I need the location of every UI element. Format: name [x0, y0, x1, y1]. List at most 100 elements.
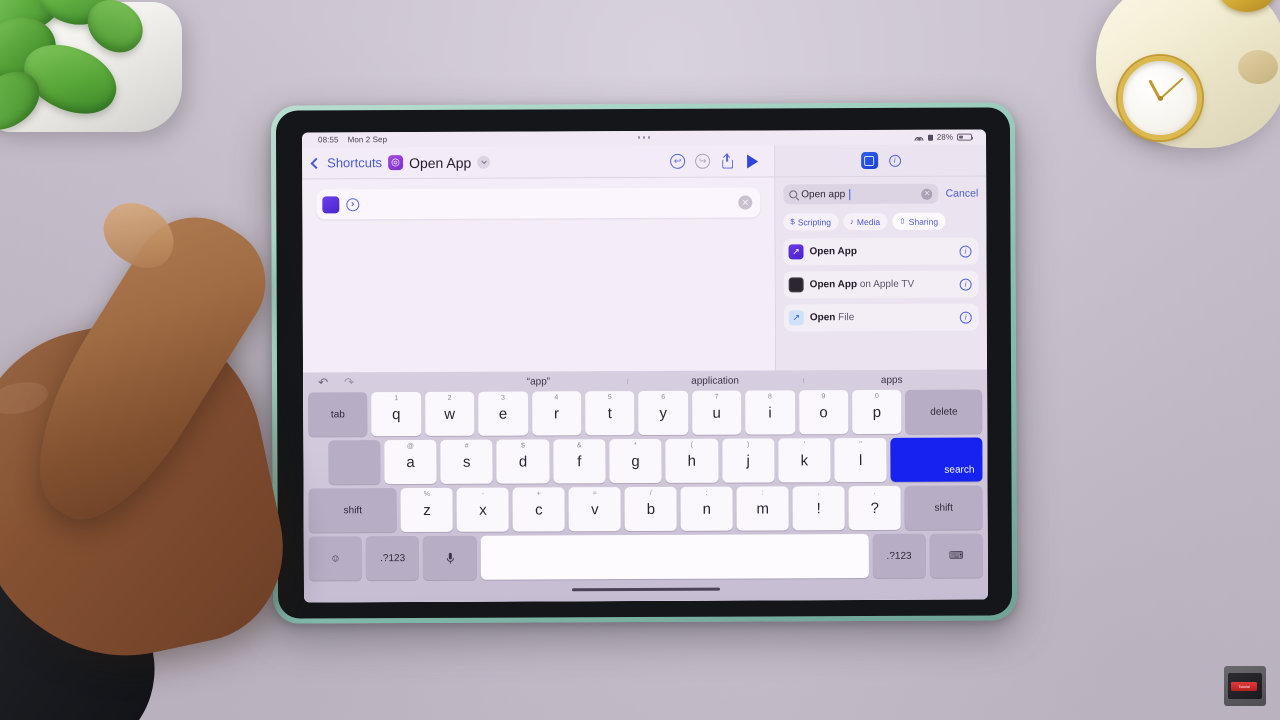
key-sup: + — [536, 490, 541, 498]
chevron-right-icon[interactable] — [346, 197, 360, 211]
key-l[interactable]: " l — [834, 437, 887, 483]
key-sup: 5 — [607, 394, 612, 402]
chevron-left-icon[interactable] — [310, 157, 322, 169]
back-to-shortcuts-link[interactable]: Shortcuts — [327, 155, 382, 170]
key-tab[interactable]: tab — [308, 392, 368, 437]
key-u[interactable]: 7 u — [691, 390, 742, 435]
clear-icon[interactable]: ✕ — [921, 188, 933, 200]
key-k[interactable]: ' k — [778, 438, 831, 483]
key-numbers-left[interactable]: .?123 — [365, 535, 420, 581]
redo-button[interactable]: ↪ — [693, 152, 712, 171]
key-v[interactable]: = v — [568, 487, 621, 532]
key-z[interactable]: % z — [400, 487, 454, 533]
shortcut-app-icon[interactable] — [860, 151, 878, 170]
key-y[interactable]: 6 y — [638, 390, 689, 436]
key-a[interactable]: @ a — [384, 439, 437, 485]
key-sup: " — [859, 441, 862, 449]
key-j[interactable]: ) j — [721, 438, 775, 483]
key-f[interactable]: & f — [553, 439, 606, 484]
key-d[interactable]: $ d — [496, 439, 550, 484]
prediction-0[interactable]: “app” — [450, 376, 627, 388]
keyboard-redo-button[interactable]: ↷ — [336, 375, 362, 389]
key-label: o — [819, 403, 828, 421]
close-icon[interactable]: ✕ — [738, 195, 753, 210]
key-label: l — [858, 451, 863, 469]
chip-scripting[interactable]: $ Scripting — [783, 213, 838, 231]
ipad-screen[interactable]: 08:55 Mon 2 Sep 28% Shortcuts ◎ Open App… — [301, 129, 989, 603]
ipad-bezel: 08:55 Mon 2 Sep 28% Shortcuts ◎ Open App… — [275, 107, 1013, 619]
search-input[interactable]: Open app ✕ — [783, 183, 939, 205]
chevron-down-icon[interactable] — [477, 155, 491, 169]
share-icon — [721, 153, 734, 169]
key-h[interactable]: ( h — [665, 438, 719, 483]
chip-sharing[interactable]: ⇧ Sharing — [892, 212, 946, 230]
key-shift-left[interactable]: shift — [308, 488, 398, 533]
chip-label: Scripting — [797, 216, 831, 227]
key-s[interactable]: # s — [440, 439, 494, 484]
key-p[interactable]: 0 p — [852, 389, 902, 435]
key-c[interactable]: + c — [512, 487, 565, 532]
key-o[interactable]: 9 o — [798, 390, 849, 435]
key-m[interactable]: : m — [736, 486, 789, 531]
cancel-button[interactable]: Cancel — [946, 188, 979, 200]
key-x[interactable]: - x — [456, 487, 510, 532]
key-label: v — [591, 500, 599, 518]
info-icon[interactable]: i — [959, 278, 972, 291]
key-sup: # — [464, 442, 469, 450]
key-label: s — [462, 453, 471, 471]
result-row-open-app-apple-tv[interactable]: Open App on Apple TV i — [783, 270, 979, 299]
key-w[interactable]: 2 w — [424, 391, 475, 436]
key-label: ? — [870, 499, 879, 517]
keyboard-undo-button[interactable]: ↶ — [310, 375, 336, 389]
key-numbers-right[interactable]: .?123 — [872, 533, 926, 579]
undo-icon: ↩ — [670, 153, 686, 169]
key-g[interactable]: * g — [609, 438, 662, 484]
share-button[interactable] — [718, 152, 737, 171]
key-b[interactable]: / b — [624, 486, 677, 532]
key-label: g — [631, 452, 640, 470]
key-question[interactable]: . ? — [848, 485, 901, 531]
key-label: q — [392, 405, 401, 423]
key-q[interactable]: 1 q — [371, 391, 422, 437]
watermark-keyboard-image: Tutorial — [1228, 673, 1262, 699]
app-icon — [322, 195, 340, 213]
on-screen-keyboard[interactable]: ↶ ↷ “app” application apps tab 1 q 2 w 3… — [303, 369, 989, 603]
key-r[interactable]: 4 r — [531, 391, 582, 436]
emoji-icon[interactable]: ☺ — [308, 536, 363, 581]
dismiss-keyboard-icon[interactable]: ⌨ — [929, 533, 983, 578]
key-caps-lock[interactable] — [328, 440, 381, 485]
key-t[interactable]: 5 t — [585, 391, 635, 436]
key-exclamation[interactable]: , ! — [792, 486, 845, 531]
undo-button[interactable]: ↩ — [668, 152, 687, 171]
run-shortcut-button[interactable] — [743, 151, 762, 170]
sharing-icon: ⇧ — [899, 216, 906, 226]
chip-media[interactable]: ♪ Media — [842, 212, 888, 231]
key-delete[interactable]: delete — [905, 389, 983, 434]
prediction-1[interactable]: application — [627, 375, 804, 387]
key-sup: = — [592, 490, 597, 498]
microphone-icon[interactable] — [423, 535, 477, 580]
info-icon[interactable]: i — [959, 245, 972, 258]
key-i[interactable]: 8 i — [745, 390, 795, 435]
prediction-2[interactable]: apps — [803, 374, 980, 386]
key-space[interactable] — [480, 534, 869, 580]
info-icon[interactable]: i — [888, 154, 901, 167]
key-label: j — [746, 452, 750, 470]
key-e[interactable]: 3 e — [478, 391, 528, 436]
result-row-open-file[interactable]: ↗ Open File i — [783, 303, 979, 332]
key-shift-right[interactable]: shift — [904, 485, 983, 530]
key-search[interactable]: search — [890, 437, 983, 482]
multitask-handle[interactable] — [627, 132, 661, 143]
info-icon[interactable]: i — [959, 311, 972, 324]
key-label: ! — [816, 499, 821, 517]
mic-glyph — [446, 552, 454, 563]
action-card[interactable]: ✕ — [316, 187, 761, 220]
key-sup: 1 — [394, 395, 399, 403]
home-indicator[interactable] — [309, 582, 983, 597]
action-card-text — [366, 203, 731, 205]
clock-face — [1118, 56, 1202, 140]
key-n[interactable]: ; n — [680, 486, 733, 531]
watermark-red-key: Tutorial — [1231, 682, 1257, 691]
key-label: u — [712, 404, 721, 422]
result-row-open-app[interactable]: ↗ Open App i — [783, 237, 979, 266]
